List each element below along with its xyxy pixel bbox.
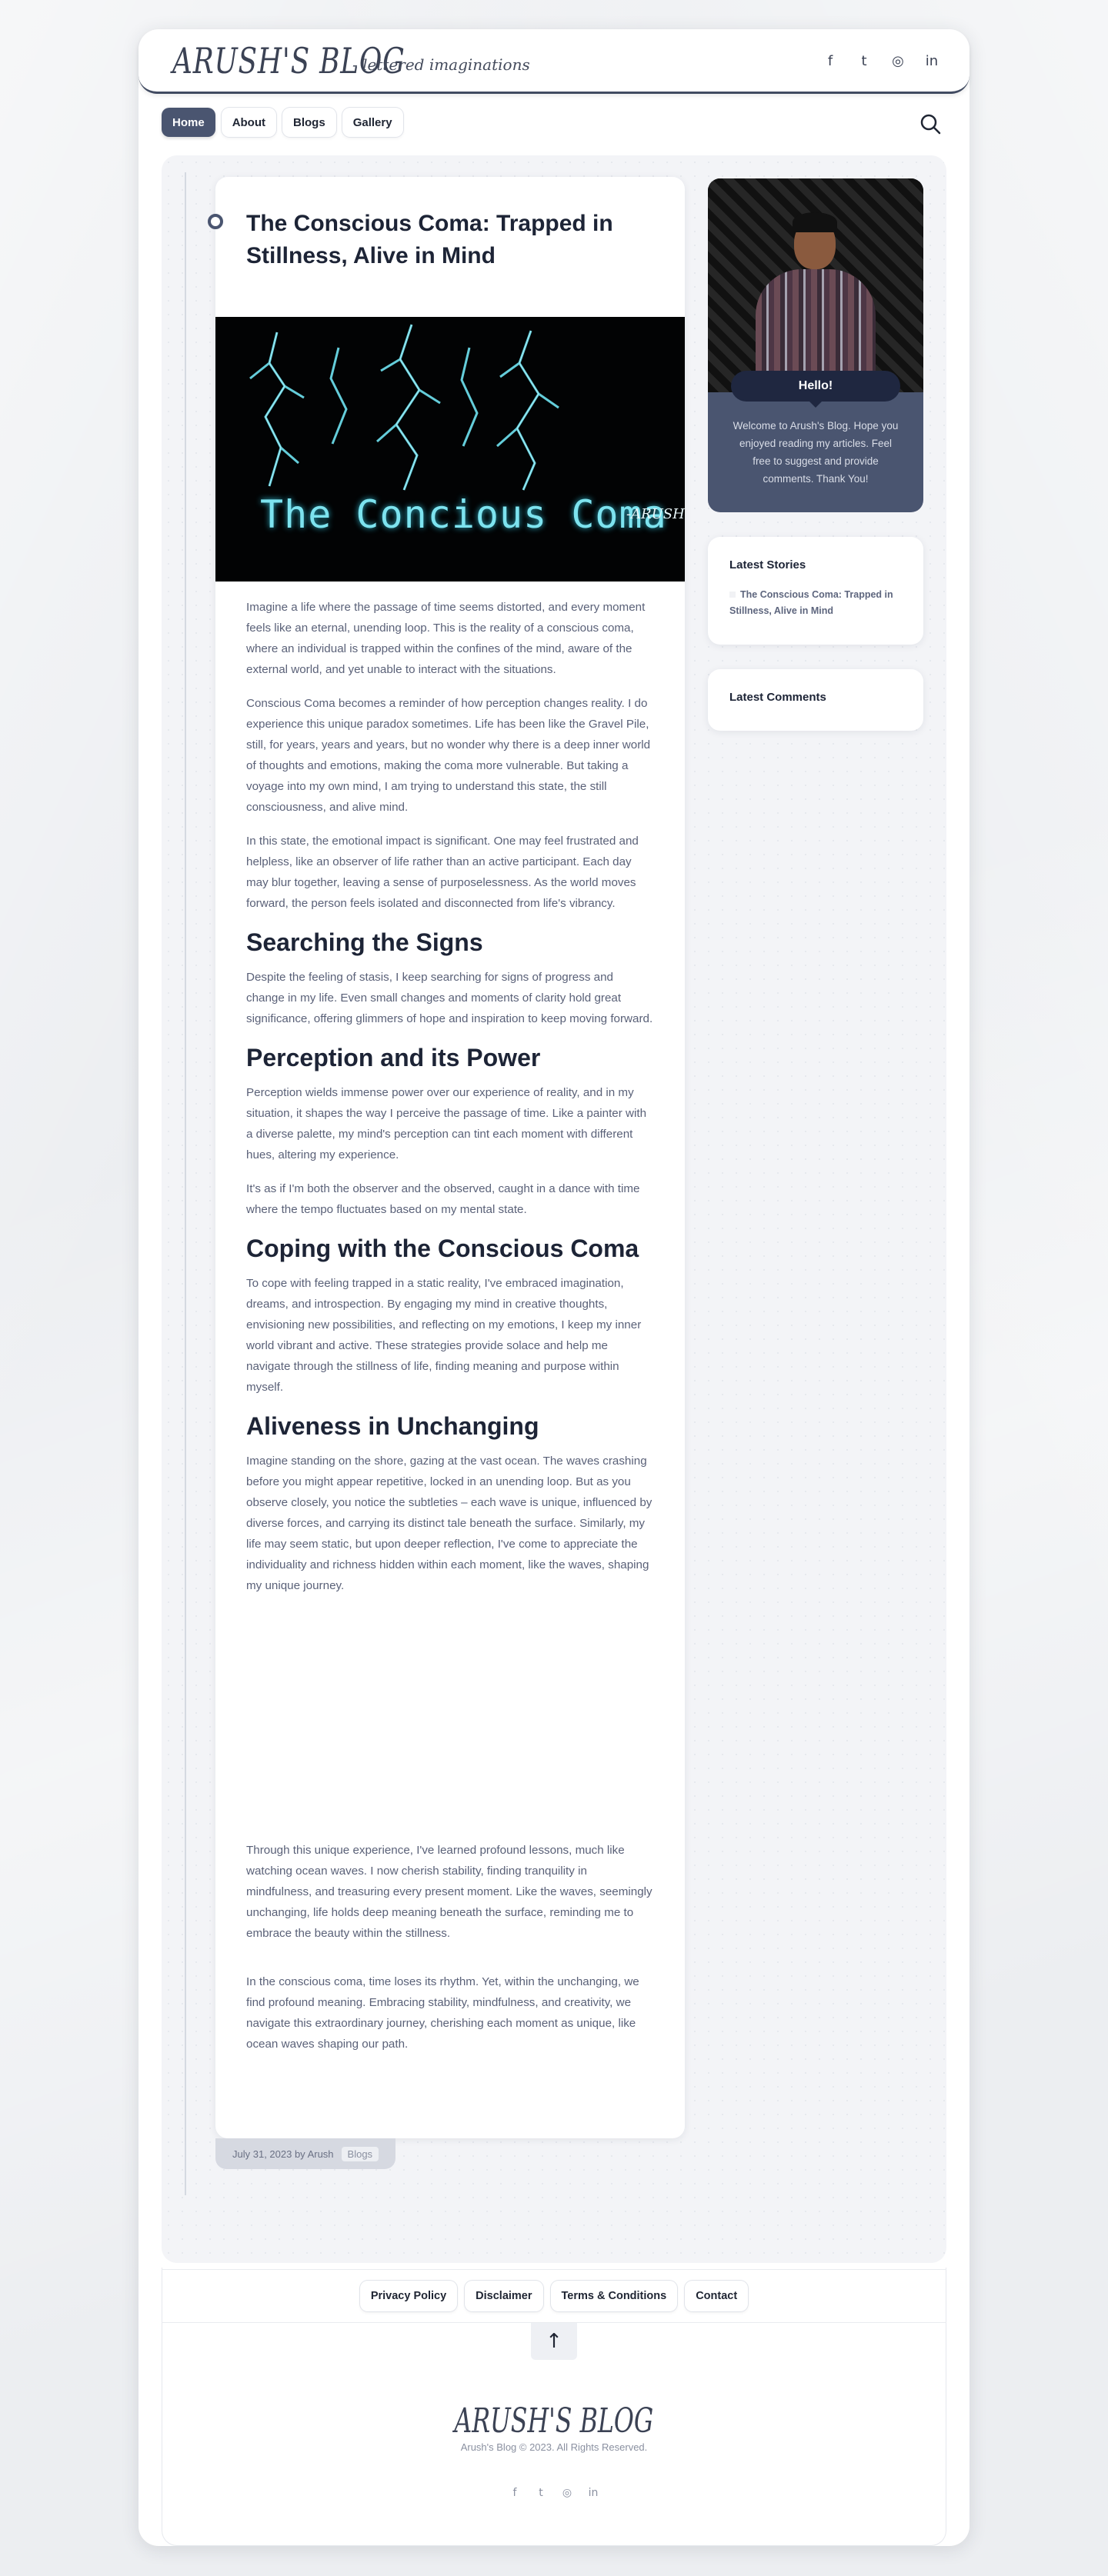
hello-badge: Hello! <box>731 371 900 408</box>
facebook-icon[interactable]: f <box>510 2484 519 2501</box>
twitter-icon[interactable]: t <box>857 49 871 72</box>
footer-link-privacy-policy[interactable]: Privacy Policy <box>359 2281 458 2311</box>
post-date-author: July 31, 2023 by Arush <box>232 2148 334 2160</box>
article-body: Imagine a life where the passage of time… <box>246 597 654 2068</box>
site-tagline: - lettered imaginations <box>352 55 530 74</box>
section-heading: Coping with the Conscious Coma <box>246 1235 639 1262</box>
latest-story-title[interactable]: The Conscious Coma: Trapped in Stillness… <box>729 589 893 616</box>
nav-item-blogs[interactable]: Blogs <box>282 108 336 137</box>
main-nav: Home About Blogs Gallery <box>162 108 403 137</box>
footer-logo[interactable]: ARUSH'S BLOG <box>138 2401 970 2441</box>
instagram-icon[interactable]: ◎ <box>562 2484 572 2501</box>
paragraph: In this state, the emotional impact is s… <box>246 835 639 910</box>
page-container: ARUSH'S BLOG - lettered imaginations f t… <box>138 29 970 2546</box>
paragraph: Despite the feeling of stasis, I keep se… <box>246 971 653 1025</box>
section-heading: Perception and its Power <box>246 1044 541 1071</box>
instagram-icon[interactable]: ◎ <box>891 49 905 72</box>
footer-link-terms[interactable]: Terms & Conditions <box>550 2281 678 2311</box>
welcome-text: Welcome to Arush's Blog. Hope you enjoye… <box>733 420 899 485</box>
twitter-icon[interactable]: t <box>536 2484 546 2501</box>
footer-link-contact[interactable]: Contact <box>685 2281 749 2311</box>
person-hair <box>793 212 837 232</box>
profile-photo <box>708 178 923 394</box>
profile-card: Hello! Welcome to Arush's Blog. Hope you… <box>708 178 923 512</box>
linkedin-icon[interactable]: in <box>925 49 939 72</box>
header-social-links: f t ◎ in <box>823 49 939 72</box>
story-thumbnail <box>729 592 736 598</box>
nav-item-home[interactable]: Home <box>162 108 215 137</box>
footer-links: Privacy Policy Disclaimer Terms & Condit… <box>162 2269 946 2323</box>
article-card: The Conscious Coma: Trapped in Stillness… <box>215 177 685 2138</box>
latest-stories-widget: Latest Stories The Conscious Coma: Trapp… <box>708 537 923 645</box>
footer-social-links: f t ◎ in <box>138 2484 970 2501</box>
footer-link-disclaimer[interactable]: Disclaimer <box>465 2281 543 2311</box>
category-tag[interactable]: Blogs <box>341 2146 379 2161</box>
latest-comments-widget: Latest Comments <box>708 669 923 731</box>
hero-signature: -ARUSH <box>626 506 685 522</box>
section-heading: Aliveness in Unchanging <box>246 1412 539 1440</box>
paragraph: Through this unique experience, I've lea… <box>246 1844 652 1940</box>
paragraph: In the conscious coma, time loses its rh… <box>246 1975 639 2051</box>
paragraph: Conscious Coma becomes a reminder of how… <box>246 697 651 814</box>
timeline-dot <box>208 214 223 229</box>
section-heading: Searching the Signs <box>246 928 483 956</box>
search-icon[interactable] <box>919 112 942 135</box>
linkedin-icon[interactable]: in <box>589 2484 599 2501</box>
article-title[interactable]: The Conscious Coma: Trapped in Stillness… <box>246 208 662 272</box>
nav-item-about[interactable]: About <box>221 108 277 137</box>
paragraph: It's as if I'm both the observer and the… <box>246 1182 640 1216</box>
widget-title: Latest Comments <box>729 691 826 704</box>
hero-text: The Concious Coma <box>260 492 667 537</box>
footer-logo-text: ARUSH'S BLOG <box>454 2401 654 2441</box>
copyright-text: Arush's Blog © 2023. All Rights Reserved… <box>460 2441 648 2453</box>
widget-title: Latest Stories <box>729 558 806 572</box>
nav-item-gallery[interactable]: Gallery <box>342 108 403 137</box>
paragraph: Imagine standing on the shore, gazing at… <box>246 1455 652 1592</box>
embedded-media-placeholder <box>246 1609 654 1840</box>
paragraph: To cope with feeling trapped in a static… <box>246 1277 642 1394</box>
latest-story-link[interactable]: The Conscious Coma: Trapped in Stillness… <box>729 587 902 619</box>
paragraph: Perception wields immense power over our… <box>246 1086 647 1161</box>
paragraph: Imagine a life where the passage of time… <box>246 601 646 676</box>
site-header: ARUSH'S BLOG - lettered imaginations f t… <box>138 29 970 94</box>
timeline-line <box>185 172 186 2195</box>
scroll-to-top-button[interactable]: ↑ <box>531 2323 577 2360</box>
facebook-icon[interactable]: f <box>823 49 837 72</box>
lightning-graphic <box>249 324 559 491</box>
post-meta: July 31, 2023 by Arush Blogs <box>215 2138 396 2169</box>
article-hero-image[interactable]: The Concious Coma -ARUSH <box>215 317 685 582</box>
